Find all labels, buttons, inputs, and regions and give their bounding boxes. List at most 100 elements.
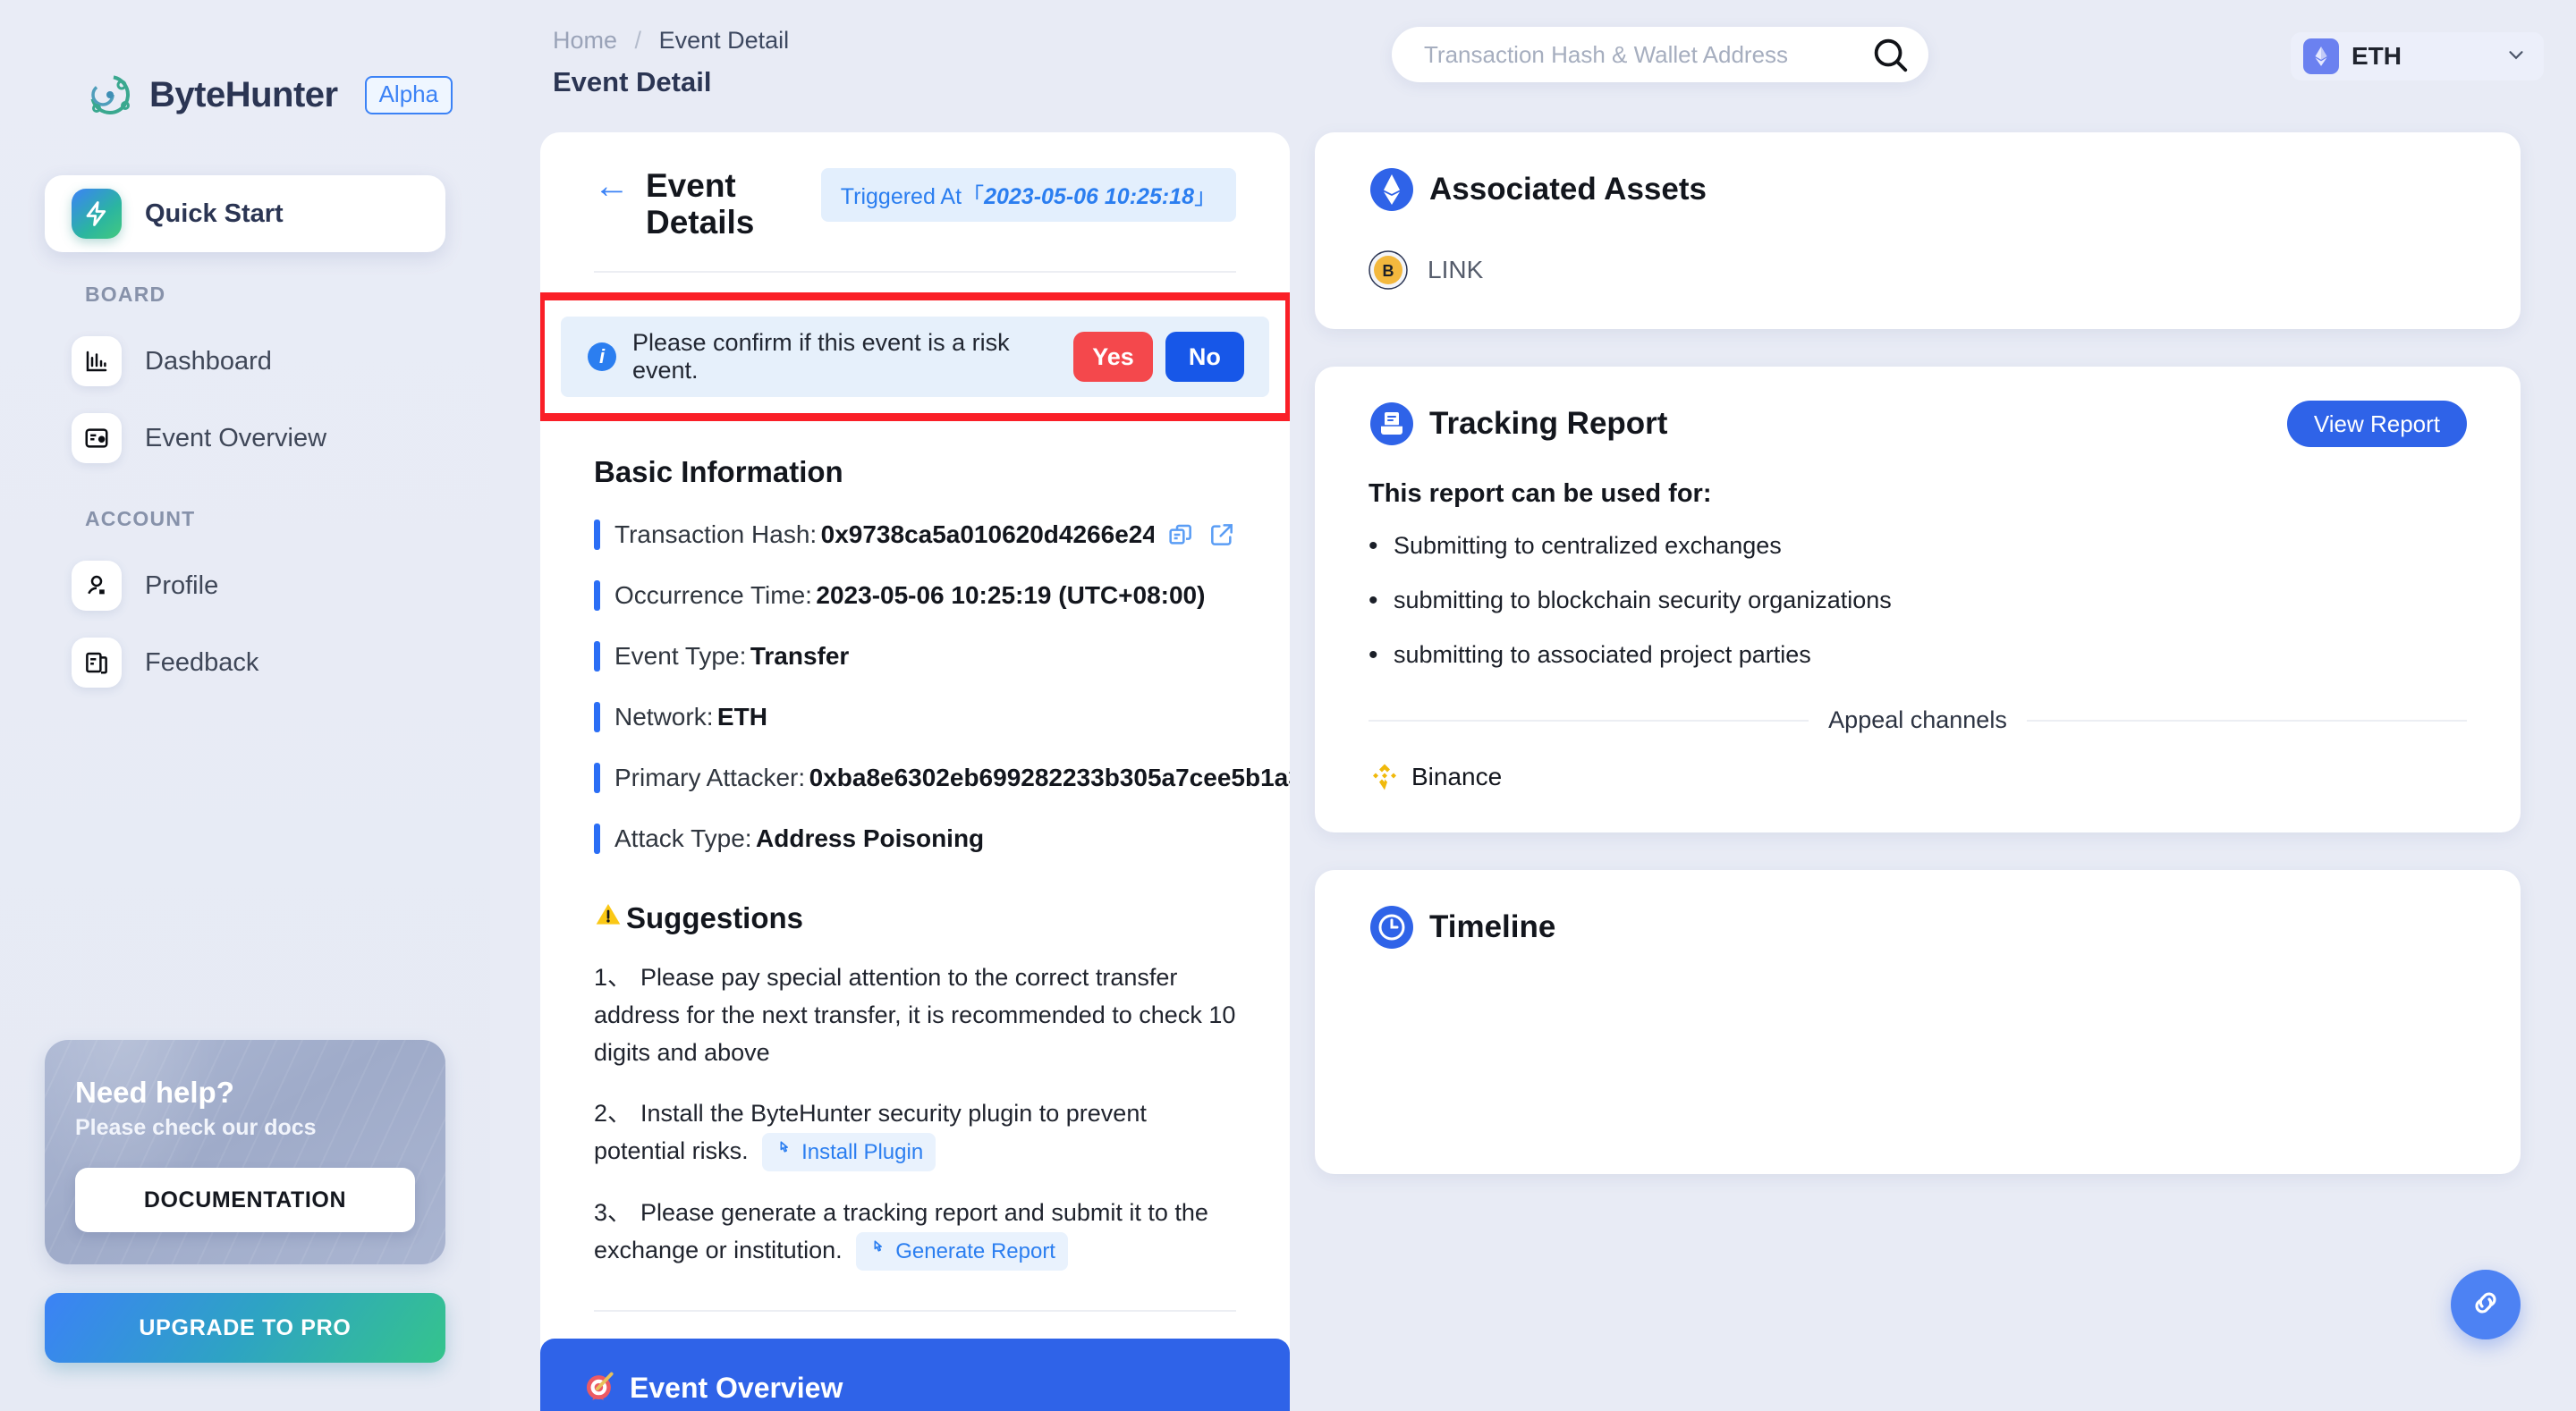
divider bbox=[594, 1310, 1236, 1313]
target-icon bbox=[583, 1369, 617, 1407]
breadcrumb-separator: / bbox=[634, 27, 642, 54]
info-value: 2023-05-06 10:25:19 (UTC+08:00) bbox=[816, 581, 1206, 610]
row-marker bbox=[594, 763, 600, 794]
appeal-channels-separator: Appeal channels bbox=[1368, 706, 2467, 734]
confirm-no-button[interactable]: No bbox=[1165, 332, 1245, 383]
info-row-attack-type: Attack Type: Address Poisoning bbox=[594, 824, 1236, 855]
timeline-panel: Timeline bbox=[1315, 870, 2521, 1175]
report-usage-item: submitting to associated project parties bbox=[1368, 636, 2467, 675]
info-value: 0xba8e6302eb699282233b305a7cee5b1a343a85… bbox=[809, 764, 1290, 792]
documentation-button[interactable]: DOCUMENTATION bbox=[75, 1168, 415, 1232]
appeal-channel-item[interactable]: Binance bbox=[1368, 761, 2467, 793]
triggered-at-badge: Triggered At「2023-05-06 10:25:18」 bbox=[820, 168, 1236, 222]
associated-assets-title: Associated Assets bbox=[1429, 172, 1707, 207]
suggestion-number: 1、 bbox=[594, 964, 632, 992]
sidebar-item-label: Quick Start bbox=[145, 199, 284, 228]
sidebar-section-account: ACCOUNT bbox=[85, 507, 196, 530]
sidebar-item-label: Event Overview bbox=[145, 423, 327, 452]
top-bar: Home / Event Detail Event Detail ETH bbox=[490, 0, 2576, 132]
asset-item[interactable]: B LINK bbox=[1368, 250, 2467, 290]
view-report-button[interactable]: View Report bbox=[2286, 401, 2467, 447]
alpha-badge: Alpha bbox=[364, 75, 453, 114]
brand-name: ByteHunter bbox=[149, 74, 338, 114]
generate-report-button[interactable]: Generate Report bbox=[856, 1232, 1068, 1272]
event-overview-banner-title: Event Overview bbox=[630, 1371, 843, 1404]
basic-information-title: Basic Information bbox=[594, 455, 843, 489]
risk-confirm-text: Please confirm if this event is a risk e… bbox=[632, 329, 1010, 384]
associated-assets-panel: Associated Assets B LINK bbox=[1315, 132, 2521, 329]
info-label: Occurrence Time: bbox=[614, 581, 812, 610]
generate-report-label: Generate Report bbox=[895, 1238, 1055, 1263]
triggered-at-value: 2023-05-06 10:25:18 bbox=[984, 184, 1194, 209]
sidebar-item-quick-start[interactable]: Quick Start bbox=[45, 175, 445, 252]
info-row-event-type: Event Type: Transfer bbox=[594, 641, 1236, 672]
breadcrumb: Home / Event Detail bbox=[553, 27, 789, 55]
tracking-report-panel: Tracking Report View Report This report … bbox=[1315, 367, 2521, 833]
info-label: Event Type: bbox=[614, 642, 747, 671]
sidebar-item-profile[interactable]: Profile bbox=[45, 547, 445, 624]
suggestion-text: Please pay special attention to the corr… bbox=[594, 964, 1236, 1067]
info-value: ETH bbox=[716, 703, 767, 731]
external-link-icon[interactable] bbox=[1208, 520, 1236, 549]
bytehunter-logo-icon bbox=[85, 70, 135, 120]
risk-confirm-bar: i Please confirm if this event is a risk… bbox=[561, 317, 1269, 398]
sidebar-item-dashboard[interactable]: Dashboard bbox=[45, 323, 445, 400]
info-value: 0x9738ca5a010620d4266e240d12ebae66e1eac8… bbox=[820, 520, 1154, 549]
sidebar-item-event-overview[interactable]: Event Overview bbox=[45, 400, 445, 477]
sidebar-section-board: BOARD bbox=[85, 283, 166, 306]
link-icon bbox=[2469, 1286, 2503, 1324]
panel-header: Associated Assets bbox=[1368, 166, 2467, 213]
panel-header: Timeline bbox=[1368, 904, 2467, 951]
info-row-occurrence-time: Occurrence Time: 2023-05-06 10:25:19 (UT… bbox=[594, 580, 1236, 612]
report-usage-heading: This report can be used for: bbox=[1368, 479, 1712, 508]
sidebar-item-label: Dashboard bbox=[145, 346, 272, 376]
suggestions-title-row: Suggestions bbox=[594, 900, 1236, 936]
sidebar-item-label: Profile bbox=[145, 570, 219, 600]
row-marker bbox=[594, 824, 600, 855]
event-detail-header: ← Event Details Triggered At「2023-05-06 … bbox=[594, 167, 1236, 241]
report-icon bbox=[1368, 401, 1415, 447]
suggestion-item-1: 1、 Please pay special attention to the co… bbox=[594, 959, 1236, 1072]
row-marker bbox=[594, 702, 600, 733]
event-overview-banner[interactable]: Event Overview bbox=[540, 1339, 1290, 1411]
ethereum-icon bbox=[2303, 38, 2339, 74]
right-column: Associated Assets B LINK Tracking Report… bbox=[1315, 132, 2521, 1212]
brand-logo[interactable]: ByteHunter Alpha bbox=[0, 0, 490, 120]
info-value: Transfer bbox=[750, 642, 850, 671]
appeal-channel-name: Binance bbox=[1411, 763, 1503, 791]
separator-line bbox=[1368, 719, 1809, 722]
user-icon bbox=[72, 561, 122, 611]
info-icon: i bbox=[588, 342, 616, 372]
cursor-click-icon bbox=[869, 1238, 888, 1264]
search-input[interactable] bbox=[1424, 40, 1869, 69]
sidebar-item-feedback[interactable]: Feedback bbox=[45, 624, 445, 701]
back-arrow-icon[interactable]: ← bbox=[594, 168, 630, 204]
chain-name: ETH bbox=[2351, 42, 2402, 70]
copy-icon[interactable] bbox=[1166, 520, 1195, 549]
info-label: Attack Type: bbox=[614, 824, 752, 853]
chevron-down-icon[interactable] bbox=[2504, 43, 2528, 71]
confirm-yes-button[interactable]: Yes bbox=[1073, 332, 1153, 383]
breadcrumb-home[interactable]: Home bbox=[553, 27, 617, 54]
binance-icon bbox=[1368, 761, 1401, 793]
search-bar[interactable] bbox=[1392, 27, 1928, 82]
event-detail-card: ← Event Details Triggered At「2023-05-06 … bbox=[540, 132, 1290, 1411]
link-fab-button[interactable] bbox=[2451, 1270, 2521, 1339]
search-icon[interactable] bbox=[1869, 34, 1911, 75]
upgrade-to-pro-button[interactable]: UPGRADE TO PRO bbox=[45, 1293, 445, 1363]
tracking-report-title: Tracking Report bbox=[1429, 406, 1668, 441]
risk-confirm-highlight: i Please confirm if this event is a risk… bbox=[540, 292, 1290, 422]
asset-name: LINK bbox=[1428, 256, 1484, 283]
chain-selector[interactable]: ETH bbox=[2291, 32, 2544, 80]
suggestion-number: 3、 bbox=[594, 1199, 632, 1227]
row-marker bbox=[594, 520, 600, 551]
sidebar: ByteHunter Alpha Quick Start BOARD Dashb… bbox=[0, 0, 490, 1411]
svg-text:B: B bbox=[1383, 262, 1394, 280]
info-label: Transaction Hash: bbox=[614, 520, 818, 549]
sidebar-nav: Quick Start BOARD Dashboard Event Overvi… bbox=[0, 175, 490, 701]
install-plugin-button[interactable]: Install Plugin bbox=[762, 1133, 936, 1172]
info-row-primary-attacker: Primary Attacker: 0xba8e6302eb699282233b… bbox=[594, 763, 1290, 794]
info-label: Primary Attacker: bbox=[614, 764, 806, 792]
triggered-open-bracket: 「 bbox=[962, 184, 985, 209]
help-card: Need help? Please check our docs DOCUMEN… bbox=[45, 1040, 445, 1264]
